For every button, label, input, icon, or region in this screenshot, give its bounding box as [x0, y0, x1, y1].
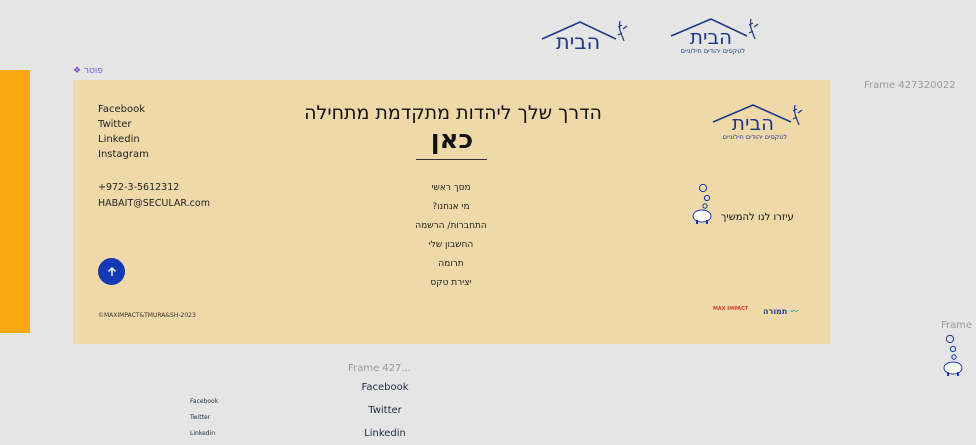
- partner-tmura-label: תמורה: [763, 307, 788, 316]
- nav-login-register[interactable]: התחברות/ הרשמה: [391, 217, 511, 236]
- home-logo-icon: הבית לטקסים יהודים חילוניים: [712, 104, 803, 141]
- nav-donation[interactable]: תרומה: [391, 255, 511, 274]
- bottom-link-facebook[interactable]: Facebook: [345, 376, 425, 399]
- side-accent-bar: [0, 70, 30, 333]
- social-link-linkedin[interactable]: Linkedin: [98, 132, 149, 147]
- footer-title: הדרך שלך ליהדות מתקדמת מתחילה: [304, 102, 602, 124]
- copyright: ©MAXIMPACT&TMURA&SH-2023: [98, 312, 196, 319]
- partner-tmura-logo[interactable]: 〰 תמורה: [763, 306, 798, 317]
- bottom-link-twitter[interactable]: Twitter: [345, 399, 425, 422]
- nav-create-ceremony[interactable]: יצירת טקס: [391, 274, 511, 293]
- social-link-instagram[interactable]: Instagram: [98, 147, 149, 162]
- frame-label-edge[interactable]: Frame: [941, 320, 972, 331]
- contact-phone[interactable]: +972-3-5612312: [98, 180, 210, 196]
- arrow-up-icon: [107, 266, 116, 276]
- footer-frame-label[interactable]: ❖ פוטר: [73, 66, 103, 76]
- bottom-links: Facebook Twitter Linkedin: [345, 376, 425, 445]
- frame-label-right[interactable]: Frame 427320022: [864, 80, 956, 91]
- home-logo-icon: הבית לטקסים יהודים חילוניים: [670, 18, 759, 55]
- header-logo-full[interactable]: הבית לטקסים יהודים חילוניים: [667, 16, 763, 56]
- footer-title-highlight: כאן: [430, 125, 474, 155]
- partner-max-label: MAX IMPACT: [713, 306, 749, 312]
- donate-block[interactable]: [691, 183, 715, 230]
- small-links: Facebook Twitter Linkedin: [190, 394, 218, 442]
- contact-info: +972-3-5612312 HABAIT@SECULAR.com: [98, 180, 210, 212]
- title-underline: [416, 159, 487, 160]
- small-link-facebook[interactable]: Facebook: [190, 394, 218, 410]
- header-logo-plain[interactable]: הבית: [536, 17, 630, 53]
- social-link-facebook[interactable]: Facebook: [98, 102, 149, 117]
- nav-about[interactable]: מי אנחנו?: [391, 198, 511, 217]
- small-link-twitter[interactable]: Twitter: [190, 410, 218, 426]
- svg-text:הבית: הבית: [556, 30, 600, 53]
- footer-nav: מסך ראשי מי אנחנו? התחברות/ הרשמה החשבון…: [391, 179, 511, 293]
- frame-label-bottom[interactable]: Frame 427...: [348, 363, 411, 374]
- svg-text:הבית: הבית: [690, 25, 732, 49]
- scroll-top-button[interactable]: [98, 258, 125, 285]
- footer-logo[interactable]: הבית לטקסים יהודים חילוניים: [709, 102, 807, 142]
- social-link-twitter[interactable]: Twitter: [98, 117, 149, 132]
- contact-email[interactable]: HABAIT@SECULAR.com: [98, 196, 210, 212]
- piggy-bank-icon: [943, 334, 963, 376]
- edge-donate-block[interactable]: [942, 333, 966, 381]
- social-links: Facebook Twitter Linkedin Instagram: [98, 102, 149, 162]
- bottom-link-linkedin[interactable]: Linkedin: [345, 422, 425, 445]
- nav-my-account[interactable]: החשבון שלי: [391, 236, 511, 255]
- home-logo-icon: הבית: [541, 20, 628, 53]
- svg-text:לטקסים יהודים חילוניים: לטקסים יהודים חילוניים: [723, 133, 788, 141]
- svg-text:הבית: הבית: [732, 111, 774, 135]
- footer: Facebook Twitter Linkedin Instagram +972…: [73, 80, 830, 344]
- svg-text:לטקסים יהודים חילוניים: לטקסים יהודים חילוניים: [681, 47, 746, 55]
- piggy-bank-icon: [692, 183, 712, 224]
- donate-text[interactable]: עיזרו לנו להמשיך: [721, 212, 794, 223]
- nav-home[interactable]: מסך ראשי: [391, 179, 511, 198]
- wave-icon: 〰: [790, 307, 799, 316]
